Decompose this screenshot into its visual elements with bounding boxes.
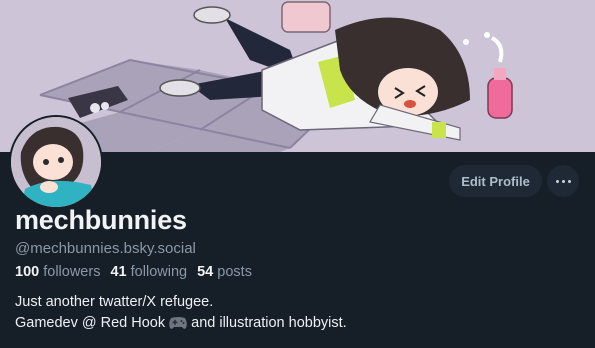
profile-handle: @mechbunnies.bsky.social [15,240,196,257]
profile-bio: Just another twatter/X refugee. Gamedev … [15,292,347,337]
profile-avatar[interactable] [9,115,103,209]
followers-link[interactable]: 100 followers [15,264,100,280]
game-controller-icon [168,316,188,337]
posts-count: 54 [197,264,214,280]
avatar-image [11,117,101,207]
bio-line-2-end: and illustration hobbyist. [191,315,347,331]
following-count: 41 [110,264,127,280]
more-horizontal-icon [554,179,572,183]
following-link[interactable]: 41 following [110,264,187,280]
followers-count: 100 [15,264,40,280]
more-options-button[interactable] [547,165,579,197]
posts-label: posts [217,264,252,280]
bio-line-2-start: Gamedev @ Red Hook [15,315,166,331]
bio-line-2: Gamedev @ Red Hook and illustration hobby… [15,313,347,337]
bio-line-1: Just another twatter/X refugee. [15,294,214,310]
profile-display-name: mechbunnies [15,205,187,235]
following-label: following [130,264,188,280]
followers-label: followers [43,264,101,280]
posts-stat: 54 posts [197,264,252,280]
profile-stats: 100 followers 41 following 54 posts [15,264,258,280]
edit-profile-button[interactable]: Edit Profile [449,165,542,197]
